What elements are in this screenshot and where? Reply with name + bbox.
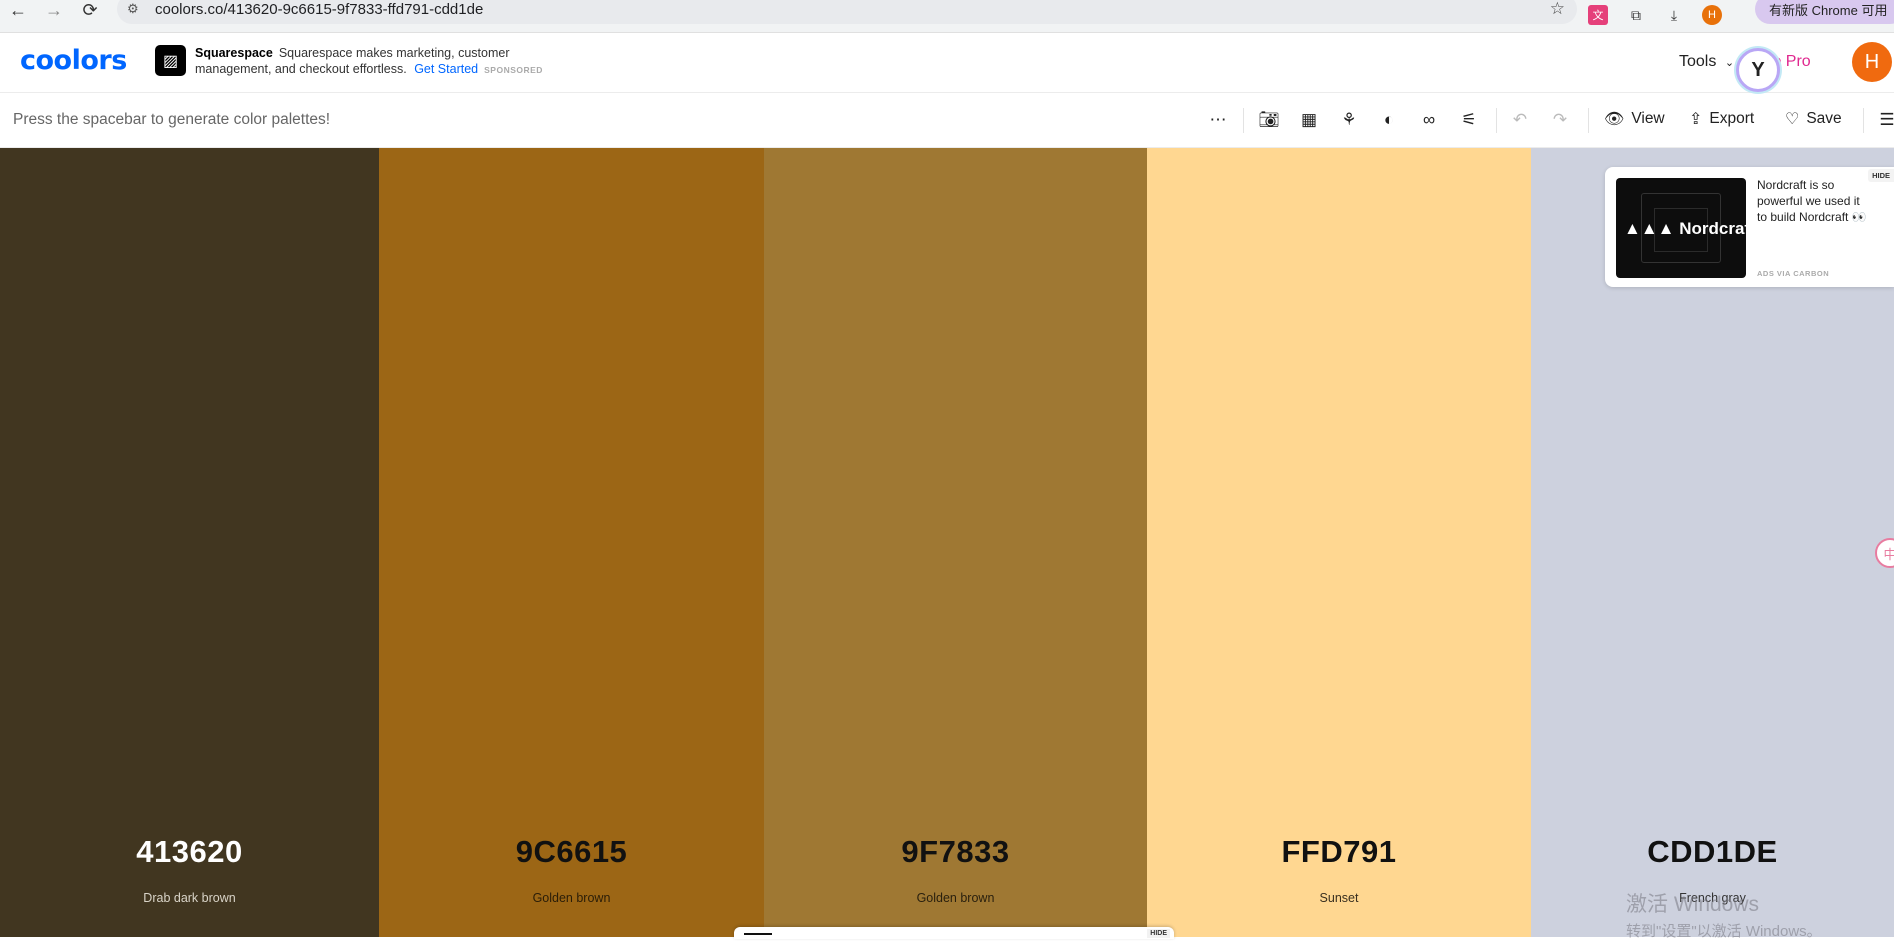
adjust-sliders-icon[interactable]: ⚟ <box>1456 107 1482 133</box>
reload-icon[interactable]: ⟳ <box>72 0 108 27</box>
watermark-line1: 激活 Windows <box>1626 893 1760 916</box>
save-button[interactable]: ♡ Save <box>1785 109 1842 129</box>
swatch-hex[interactable]: 9C6615 <box>379 834 764 870</box>
back-icon[interactable]: ← <box>0 0 36 27</box>
app-header: coolors ▨ Squarespace Squarespace makes m… <box>0 33 1894 93</box>
url-text: coolors.co/413620-9c6615-9f7833-ffd791-c… <box>155 0 484 18</box>
browser-toolbar: ← → ⟳ ⚙ coolors.co/413620-9c6615-9f7833-… <box>0 0 1894 33</box>
chrome-update-button[interactable]: 有新版 Chrome 可用 <box>1755 0 1894 24</box>
swatch-color-name[interactable]: Drab dark brown <box>0 891 379 905</box>
hide-ad-button[interactable]: HIDE <box>1868 169 1894 182</box>
coolors-logo[interactable]: coolors <box>20 45 127 76</box>
swatch-hex[interactable]: 413620 <box>0 834 379 870</box>
camera-icon[interactable]: 📷︎ <box>1256 107 1282 133</box>
hamburger-menu-icon[interactable]: ☰ <box>1874 107 1894 133</box>
download-icon[interactable]: ⤓ <box>1664 5 1684 25</box>
ad-sponsored-label: SPONSORED <box>484 65 543 75</box>
bookmark-star-icon[interactable]: ☆ <box>1550 0 1565 19</box>
tools-menu[interactable]: Tools ⌄ <box>1679 53 1734 71</box>
bottom-ad-graphic <box>744 933 772 935</box>
windows-activation-watermark: 激活 Windows 转到"设置"以激活 Windows。 <box>1626 888 1822 941</box>
color-swatch[interactable]: FFD791 Sunset <box>1147 148 1531 937</box>
ad-cta-link[interactable]: Get Started <box>414 62 478 76</box>
save-label: Save <box>1806 110 1842 127</box>
generate-hint: Press the spacebar to generate color pal… <box>13 111 331 128</box>
nordcraft-wordmark: Nordcraft <box>1679 219 1746 238</box>
ad-text-block: Squarespace Squarespace makes marketing, … <box>195 45 575 78</box>
redo-icon[interactable]: ↷ <box>1547 107 1573 133</box>
share-icon: ⇪ <box>1689 111 1703 128</box>
carbon-ad[interactable]: ▲▲▲ Nordcraft Nordcraft is so powerful w… <box>1605 167 1894 287</box>
view-label: View <box>1631 110 1665 127</box>
squarespace-logo-icon: ▨ <box>155 45 186 76</box>
chevron-down-icon: ⌄ <box>1724 57 1735 69</box>
profile-avatar[interactable]: H <box>1702 5 1722 25</box>
color-swatch[interactable]: 413620 Drab dark brown <box>0 148 379 937</box>
grid-view-icon[interactable]: ▦ <box>1296 107 1322 133</box>
swatch-hex[interactable]: CDD1DE <box>1531 834 1894 870</box>
address-bar[interactable]: ⚙ coolors.co/413620-9c6615-9f7833-ffd791… <box>117 0 1577 24</box>
ads-via-carbon-link[interactable]: ADS VIA CARBON <box>1757 269 1829 278</box>
bottom-ad-tab[interactable]: HIDE <box>734 927 1174 939</box>
contrast-icon[interactable]: ◐ <box>1376 107 1402 133</box>
toolbar-divider <box>1863 108 1864 133</box>
extensions-area: 文 ⧉ ⤓ H <box>1588 0 1722 30</box>
sponsored-ad[interactable]: ▨ Squarespace Squarespace makes marketing… <box>155 45 575 78</box>
color-swatch[interactable]: 9C6615 Golden brown <box>379 148 764 937</box>
toolbar-divider <box>1496 108 1497 133</box>
tools-label: Tools <box>1679 53 1717 70</box>
more-options-icon[interactable]: ⋯ <box>1205 107 1231 133</box>
swatch-hex[interactable]: 9F7833 <box>764 834 1147 870</box>
swatch-color-name[interactable]: Golden brown <box>764 891 1147 905</box>
toolbar-divider <box>1243 108 1244 133</box>
export-button[interactable]: ⇪ Export <box>1689 109 1754 129</box>
watermark-line2: 转到"设置"以激活 Windows。 <box>1626 923 1822 940</box>
forward-icon[interactable]: → <box>36 0 72 27</box>
translate-extension-icon[interactable]: 文 <box>1588 5 1608 25</box>
nordcraft-ad-image[interactable]: ▲▲▲ Nordcraft <box>1616 178 1746 278</box>
user-avatar[interactable]: H <box>1852 42 1892 82</box>
eye-icon: 👁︎ <box>1604 111 1625 128</box>
view-button[interactable]: 👁︎ View <box>1604 109 1665 129</box>
undo-icon[interactable]: ↶ <box>1507 107 1533 133</box>
color-swatch[interactable]: 9F7833 Golden brown <box>764 148 1147 937</box>
palette-toolbar: Press the spacebar to generate color pal… <box>0 93 1894 148</box>
nordcraft-logo: ▲▲▲ Nordcraft <box>1624 219 1746 239</box>
swatch-color-name[interactable]: Golden brown <box>379 891 764 905</box>
trees-icon: ▲▲▲ <box>1624 219 1675 238</box>
swatch-hex[interactable]: FFD791 <box>1147 834 1531 870</box>
ad-brand: Squarespace <box>195 46 273 60</box>
extensions-puzzle-icon[interactable]: ⧉ <box>1626 5 1646 25</box>
shapes-icon[interactable]: ⚘ <box>1336 107 1362 133</box>
carbon-ad-text[interactable]: Nordcraft is so powerful we used it to b… <box>1757 177 1867 225</box>
swatch-color-name[interactable]: Sunset <box>1147 891 1531 905</box>
glasses-icon[interactable]: ∞ <box>1416 107 1442 133</box>
toolbar-divider <box>1588 108 1589 133</box>
heart-icon: ♡ <box>1785 111 1800 128</box>
site-settings-icon[interactable]: ⚙ <box>127 1 147 17</box>
export-label: Export <box>1709 110 1755 127</box>
assistant-floating-icon[interactable]: Y <box>1736 48 1780 92</box>
